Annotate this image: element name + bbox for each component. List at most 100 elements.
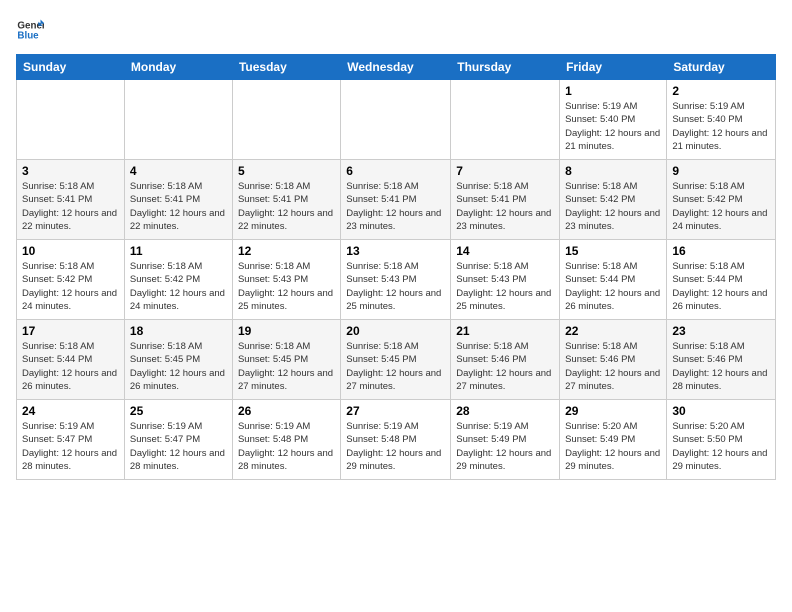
calendar-cell: 25 Sunrise: 5:19 AM Sunset: 5:47 PM Dayli… — [124, 400, 232, 480]
cell-info: Sunrise: 5:18 AM Sunset: 5:41 PM Dayligh… — [238, 180, 335, 233]
cell-info: Sunrise: 5:18 AM Sunset: 5:42 PM Dayligh… — [565, 180, 661, 233]
calendar-cell: 11 Sunrise: 5:18 AM Sunset: 5:42 PM Dayli… — [124, 240, 232, 320]
calendar-cell: 6 Sunrise: 5:18 AM Sunset: 5:41 PM Daylig… — [341, 160, 451, 240]
calendar-cell: 23 Sunrise: 5:18 AM Sunset: 5:46 PM Dayli… — [667, 320, 776, 400]
day-number: 9 — [672, 164, 770, 178]
day-number: 14 — [456, 244, 554, 258]
day-of-week-header: Tuesday — [232, 55, 340, 80]
day-number: 25 — [130, 404, 227, 418]
cell-info: Sunrise: 5:18 AM Sunset: 5:44 PM Dayligh… — [672, 260, 770, 313]
calendar-cell: 7Sunrise: 5:18 AM Sunset: 5:41 PM Daylig… — [451, 160, 560, 240]
calendar-cell: 16 Sunrise: 5:18 AM Sunset: 5:44 PM Dayli… — [667, 240, 776, 320]
cell-info: Sunrise: 5:18 AM Sunset: 5:41 PM Dayligh… — [22, 180, 119, 233]
cell-info: Sunrise: 5:18 AM Sunset: 5:43 PM Dayligh… — [346, 260, 445, 313]
calendar-cell: 4 Sunrise: 5:18 AM Sunset: 5:41 PM Daylig… — [124, 160, 232, 240]
cell-info: Sunrise: 5:18 AM Sunset: 5:41 PM Dayligh… — [346, 180, 445, 233]
svg-text:Blue: Blue — [17, 30, 39, 41]
day-number: 21 — [456, 324, 554, 338]
day-number: 27 — [346, 404, 445, 418]
calendar-cell: 21Sunrise: 5:18 AM Sunset: 5:46 PM Dayli… — [451, 320, 560, 400]
day-number: 12 — [238, 244, 335, 258]
day-number: 3 — [22, 164, 119, 178]
cell-info: Sunrise: 5:18 AM Sunset: 5:44 PM Dayligh… — [565, 260, 661, 313]
calendar-table: SundayMondayTuesdayWednesdayThursdayFrid… — [16, 54, 776, 480]
calendar-cell: 28Sunrise: 5:19 AM Sunset: 5:49 PM Dayli… — [451, 400, 560, 480]
day-number: 10 — [22, 244, 119, 258]
day-number: 6 — [346, 164, 445, 178]
calendar-cell: 17 Sunrise: 5:18 AM Sunset: 5:44 PM Dayli… — [17, 320, 125, 400]
calendar-week-row: 17 Sunrise: 5:18 AM Sunset: 5:44 PM Dayli… — [17, 320, 776, 400]
calendar-cell: 13 Sunrise: 5:18 AM Sunset: 5:43 PM Dayli… — [341, 240, 451, 320]
day-number: 11 — [130, 244, 227, 258]
cell-info: Sunrise: 5:19 AM Sunset: 5:47 PM Dayligh… — [22, 420, 119, 473]
calendar-cell: 18 Sunrise: 5:18 AM Sunset: 5:45 PM Dayli… — [124, 320, 232, 400]
cell-info: Sunrise: 5:18 AM Sunset: 5:43 PM Dayligh… — [456, 260, 554, 313]
calendar-cell: 5Sunrise: 5:18 AM Sunset: 5:41 PM Daylig… — [232, 160, 340, 240]
calendar-cell — [341, 80, 451, 160]
calendar-header-row: SundayMondayTuesdayWednesdayThursdayFrid… — [17, 55, 776, 80]
day-number: 13 — [346, 244, 445, 258]
cell-info: Sunrise: 5:18 AM Sunset: 5:46 PM Dayligh… — [672, 340, 770, 393]
cell-info: Sunrise: 5:19 AM Sunset: 5:48 PM Dayligh… — [346, 420, 445, 473]
day-number: 26 — [238, 404, 335, 418]
day-number: 2 — [672, 84, 770, 98]
cell-info: Sunrise: 5:18 AM Sunset: 5:45 PM Dayligh… — [130, 340, 227, 393]
calendar-cell: 9Sunrise: 5:18 AM Sunset: 5:42 PM Daylig… — [667, 160, 776, 240]
calendar-cell: 24 Sunrise: 5:19 AM Sunset: 5:47 PM Dayli… — [17, 400, 125, 480]
calendar-cell: 15 Sunrise: 5:18 AM Sunset: 5:44 PM Dayli… — [560, 240, 667, 320]
cell-info: Sunrise: 5:18 AM Sunset: 5:42 PM Dayligh… — [22, 260, 119, 313]
calendar-cell: 3 Sunrise: 5:18 AM Sunset: 5:41 PM Daylig… — [17, 160, 125, 240]
day-number: 8 — [565, 164, 661, 178]
calendar-cell: 10 Sunrise: 5:18 AM Sunset: 5:42 PM Dayli… — [17, 240, 125, 320]
calendar-cell: 29Sunrise: 5:20 AM Sunset: 5:49 PM Dayli… — [560, 400, 667, 480]
calendar-week-row: 3 Sunrise: 5:18 AM Sunset: 5:41 PM Daylig… — [17, 160, 776, 240]
cell-info: Sunrise: 5:18 AM Sunset: 5:41 PM Dayligh… — [130, 180, 227, 233]
day-number: 7 — [456, 164, 554, 178]
cell-info: Sunrise: 5:18 AM Sunset: 5:44 PM Dayligh… — [22, 340, 119, 393]
day-of-week-header: Monday — [124, 55, 232, 80]
calendar-cell — [451, 80, 560, 160]
day-number: 23 — [672, 324, 770, 338]
calendar-cell: 12Sunrise: 5:18 AM Sunset: 5:43 PM Dayli… — [232, 240, 340, 320]
calendar-cell — [232, 80, 340, 160]
calendar-cell: 26 Sunrise: 5:19 AM Sunset: 5:48 PM Dayli… — [232, 400, 340, 480]
day-number: 20 — [346, 324, 445, 338]
day-number: 28 — [456, 404, 554, 418]
cell-info: Sunrise: 5:18 AM Sunset: 5:45 PM Dayligh… — [238, 340, 335, 393]
day-number: 15 — [565, 244, 661, 258]
day-number: 17 — [22, 324, 119, 338]
calendar-cell: 14 Sunrise: 5:18 AM Sunset: 5:43 PM Dayli… — [451, 240, 560, 320]
cell-info: Sunrise: 5:18 AM Sunset: 5:45 PM Dayligh… — [346, 340, 445, 393]
cell-info: Sunrise: 5:19 AM Sunset: 5:47 PM Dayligh… — [130, 420, 227, 473]
day-number: 24 — [22, 404, 119, 418]
calendar-cell: 22 Sunrise: 5:18 AM Sunset: 5:46 PM Dayli… — [560, 320, 667, 400]
calendar-week-row: 24 Sunrise: 5:19 AM Sunset: 5:47 PM Dayli… — [17, 400, 776, 480]
calendar-cell — [124, 80, 232, 160]
day-number: 22 — [565, 324, 661, 338]
cell-info: Sunrise: 5:18 AM Sunset: 5:42 PM Dayligh… — [130, 260, 227, 313]
cell-info: Sunrise: 5:18 AM Sunset: 5:46 PM Dayligh… — [565, 340, 661, 393]
day-number: 4 — [130, 164, 227, 178]
day-number: 30 — [672, 404, 770, 418]
calendar-week-row: 1 Sunrise: 5:19 AM Sunset: 5:40 PM Daylig… — [17, 80, 776, 160]
cell-info: Sunrise: 5:19 AM Sunset: 5:40 PM Dayligh… — [565, 100, 661, 153]
logo: General Blue — [16, 16, 44, 44]
cell-info: Sunrise: 5:19 AM Sunset: 5:48 PM Dayligh… — [238, 420, 335, 473]
day-number: 1 — [565, 84, 661, 98]
header: General Blue — [16, 16, 776, 44]
day-number: 19 — [238, 324, 335, 338]
cell-info: Sunrise: 5:20 AM Sunset: 5:50 PM Dayligh… — [672, 420, 770, 473]
day-of-week-header: Sunday — [17, 55, 125, 80]
calendar-cell: 20 Sunrise: 5:18 AM Sunset: 5:45 PM Dayli… — [341, 320, 451, 400]
calendar-cell: 19 Sunrise: 5:18 AM Sunset: 5:45 PM Dayli… — [232, 320, 340, 400]
day-of-week-header: Saturday — [667, 55, 776, 80]
logo-icon: General Blue — [16, 16, 44, 44]
day-of-week-header: Wednesday — [341, 55, 451, 80]
calendar-cell: 1 Sunrise: 5:19 AM Sunset: 5:40 PM Daylig… — [560, 80, 667, 160]
calendar-cell: 30 Sunrise: 5:20 AM Sunset: 5:50 PM Dayli… — [667, 400, 776, 480]
day-of-week-header: Friday — [560, 55, 667, 80]
day-number: 18 — [130, 324, 227, 338]
day-number: 16 — [672, 244, 770, 258]
cell-info: Sunrise: 5:20 AM Sunset: 5:49 PM Dayligh… — [565, 420, 661, 473]
calendar-cell — [17, 80, 125, 160]
